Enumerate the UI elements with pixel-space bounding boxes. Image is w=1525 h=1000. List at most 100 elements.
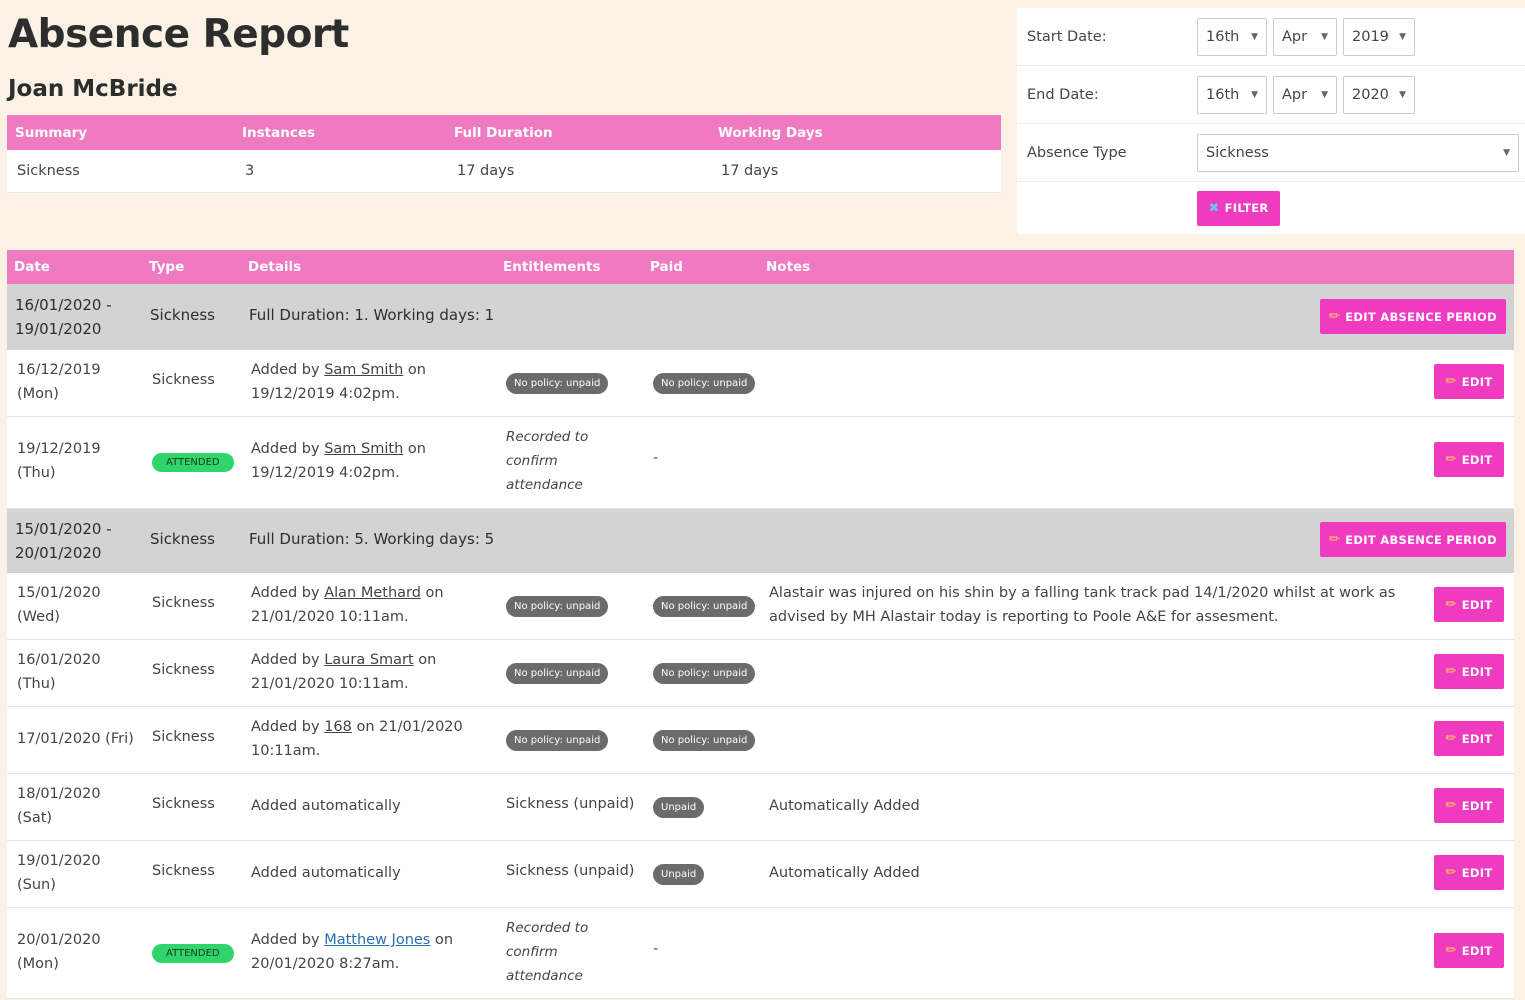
added-on: 20/01/2020 8:27am.: [251, 956, 400, 972]
start-month-select[interactable]: Apr ▼: [1273, 17, 1337, 56]
attended-badge: ATTENDED: [152, 453, 234, 472]
period-type: Sickness: [150, 306, 215, 324]
added-by-link[interactable]: Sam Smith: [324, 362, 403, 378]
end-date-label: End Date:: [1027, 86, 1099, 103]
filter-button[interactable]: ✖ FILTER: [1197, 190, 1280, 226]
added-by-prefix: Added by: [251, 932, 325, 948]
added-by-suffix: on: [403, 362, 426, 378]
caret-down-icon: ▼: [1321, 31, 1328, 42]
table-row: 19/12/2019 (Thu) ATTENDED Added by Sam Sm…: [7, 417, 1514, 509]
row-date: 17/01/2020 (Fri): [17, 727, 134, 751]
absence-table-header: Date Type Details Entitlements Paid Note…: [7, 250, 1514, 284]
table-row: 16/12/2019 (Mon) Sickness Added by Sam Sm…: [7, 350, 1514, 417]
added-by-link[interactable]: Laura Smart: [324, 652, 413, 668]
ent-line: confirm: [506, 944, 558, 960]
period-details: Full Duration: 1. Working days: 1: [249, 306, 495, 324]
entitlement-badge: No policy: unpaid: [506, 663, 609, 684]
added-by-link[interactable]: Alan Methard: [324, 585, 421, 601]
pencil-icon: ✏: [1445, 597, 1457, 612]
period-details: Full Duration: 5. Working days: 5: [249, 530, 495, 548]
summary-col-full-duration: Full Duration: [454, 124, 553, 141]
edit-label: EDIT: [1461, 798, 1493, 813]
row-day: (Sun): [17, 877, 56, 893]
pencil-icon: ✏: [1445, 664, 1457, 679]
summary-full-duration: 17 days: [457, 163, 515, 179]
edit-button[interactable]: ✏ EDIT: [1434, 587, 1504, 622]
pencil-icon: ✏: [1329, 309, 1341, 324]
edit-label: EDIT: [1461, 865, 1493, 880]
end-month-select[interactable]: Apr ▼: [1273, 75, 1337, 114]
start-year-value: 2019: [1352, 28, 1389, 45]
pencil-icon: ✏: [1445, 798, 1457, 813]
row-date-value: 17/01/2020 (Fri): [17, 731, 134, 747]
table-row: 20/01/2020 (Mon) ATTENDED Added by Matthe…: [7, 908, 1514, 999]
end-year-select[interactable]: 2020 ▼: [1343, 75, 1415, 114]
added-on: 19/12/2019 4:02pm.: [251, 386, 400, 402]
edit-button[interactable]: ✏ EDIT: [1434, 654, 1504, 689]
pencil-icon: ✏: [1445, 452, 1457, 467]
added-by-prefix: Added by: [251, 585, 325, 601]
start-day-select[interactable]: 16th ▼: [1197, 17, 1267, 56]
added-by-link[interactable]: 168: [324, 719, 352, 735]
edit-absence-period-label: EDIT ABSENCE PERIOD: [1345, 532, 1497, 547]
paid-badge: No policy: unpaid: [653, 730, 756, 751]
row-date-value: 19/12/2019: [17, 441, 101, 457]
row-date-value: 16/12/2019: [17, 362, 101, 378]
added-on: 19/12/2019 4:02pm.: [251, 465, 400, 481]
added-by-link[interactable]: Matthew Jones: [324, 932, 430, 948]
edit-button[interactable]: ✏ EDIT: [1434, 721, 1504, 756]
row-notes: Automatically Added: [769, 865, 920, 881]
summary-col-instances: Instances: [242, 124, 316, 141]
row-date: 19/12/2019 (Thu): [17, 437, 101, 485]
row-date: 16/12/2019 (Mon): [17, 358, 101, 406]
edit-label: EDIT: [1461, 374, 1493, 389]
row-date: 19/01/2020 (Sun): [17, 849, 101, 897]
edit-absence-period-button[interactable]: ✏ EDIT ABSENCE PERIOD: [1320, 299, 1506, 334]
added-by-suffix: on 21/01/2020: [351, 719, 463, 735]
start-month-value: Apr: [1282, 28, 1308, 45]
added-by-prefix: Added by: [251, 362, 325, 378]
entitlement-badge: No policy: unpaid: [506, 596, 609, 617]
row-day: (Thu): [17, 676, 56, 692]
notes-line: Alastair was injured on his shin by a fa…: [769, 585, 1396, 601]
entitlement-text: Recorded to confirm attendance: [506, 916, 588, 988]
period-date-start: 16/01/2020 -: [15, 296, 112, 314]
added-by-prefix: Added by: [251, 719, 325, 735]
row-details: Added by 168 on 21/01/2020 10:11am.: [251, 715, 491, 763]
end-day-value: 16th: [1206, 86, 1240, 103]
pencil-icon: ✏: [1329, 532, 1341, 547]
entitlement-text: Sickness (unpaid): [506, 863, 635, 879]
row-type: Sickness: [152, 662, 215, 678]
end-day-select[interactable]: 16th ▼: [1197, 75, 1267, 114]
edit-label: EDIT: [1461, 664, 1493, 679]
edit-button[interactable]: ✏ EDIT: [1434, 855, 1504, 890]
summary-header: Summary Instances Full Duration Working …: [7, 115, 1001, 150]
row-day: (Mon): [17, 386, 59, 402]
added-by-link[interactable]: Sam Smith: [324, 441, 403, 457]
paid-badge: No policy: unpaid: [653, 663, 756, 684]
edit-button[interactable]: ✏ EDIT: [1434, 788, 1504, 823]
caret-down-icon: ▼: [1399, 89, 1406, 100]
paid-badge: Unpaid: [653, 797, 705, 818]
edit-absence-period-button[interactable]: ✏ EDIT ABSENCE PERIOD: [1320, 522, 1506, 557]
absence-type-label: Absence Type: [1027, 144, 1127, 161]
start-year-select[interactable]: 2019 ▼: [1343, 17, 1415, 56]
start-date-row: Start Date: 16th ▼ Apr ▼ 2019 ▼: [1017, 8, 1525, 66]
edit-label: EDIT: [1461, 452, 1493, 467]
ent-line: Recorded to: [506, 920, 589, 936]
absence-type-select[interactable]: Sickness ▼: [1197, 133, 1519, 172]
col-paid: Paid: [650, 259, 683, 275]
row-date: 15/01/2020 (Wed): [17, 581, 101, 629]
edit-button[interactable]: ✏ EDIT: [1434, 364, 1504, 399]
notes-line: advised by MH Alastair today is reportin…: [769, 609, 1279, 625]
edit-button[interactable]: ✏ EDIT: [1434, 442, 1504, 477]
row-date-value: 19/01/2020: [17, 853, 101, 869]
period-date-end: 19/01/2020: [15, 320, 102, 338]
row-notes: Automatically Added: [769, 798, 920, 814]
attended-badge: ATTENDED: [152, 944, 234, 963]
edit-button[interactable]: ✏ EDIT: [1434, 933, 1504, 968]
entitlement-badge: No policy: unpaid: [506, 373, 609, 394]
row-date-value: 15/01/2020: [17, 585, 101, 601]
added-by-suffix: on: [430, 932, 454, 948]
row-details: Added automatically: [251, 798, 401, 814]
